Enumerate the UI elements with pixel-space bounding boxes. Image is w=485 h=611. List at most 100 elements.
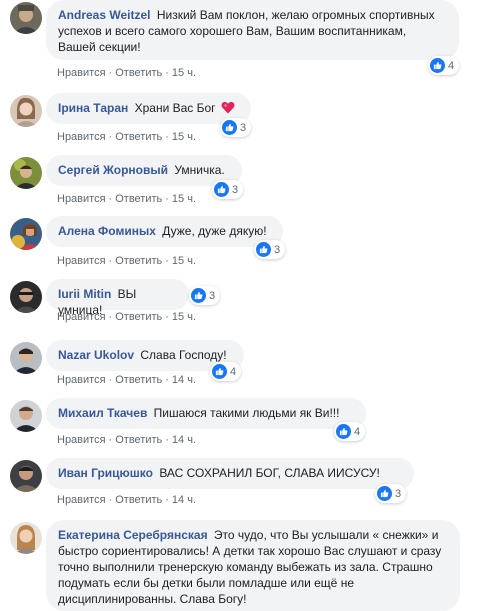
reply-link[interactable]: Ответить	[115, 374, 162, 386]
avatar[interactable]	[10, 281, 42, 313]
reply-link[interactable]: Ответить	[115, 434, 162, 446]
like-icon	[222, 120, 237, 135]
reaction-count-badge[interactable]: 3	[375, 484, 407, 503]
like-icon	[377, 486, 392, 501]
separator-dot: ·	[108, 311, 113, 323]
separator-dot: ·	[165, 255, 169, 267]
separator-dot: ·	[108, 374, 113, 386]
like-link[interactable]: Нравится	[57, 67, 106, 79]
heart-emoji-icon	[221, 101, 235, 114]
timestamp[interactable]: 14 ч.	[172, 494, 196, 506]
like-link[interactable]: Нравится	[57, 255, 106, 267]
timestamp[interactable]: 15 ч.	[172, 193, 196, 205]
comment-bubble: Сергей Жорновый Умничка.	[46, 155, 242, 186]
reply-link[interactable]: Ответить	[115, 311, 162, 323]
comment-actions: Нравится · Ответить · 14 ч.	[57, 434, 196, 446]
avatar[interactable]	[10, 157, 42, 189]
comment-bubble: Iurii Mitin ВЫ умница!	[46, 279, 189, 317]
reply-link[interactable]: Ответить	[115, 255, 162, 267]
comment-author[interactable]: Nazar Ukolov	[58, 348, 134, 362]
avatar[interactable]	[10, 460, 42, 492]
comment-text: ВАС СОХРАНИЛ БОГ, СЛАВА ИИСУСУ!	[159, 466, 380, 480]
comment-author[interactable]: Andreas Weitzel	[58, 8, 150, 22]
reply-link[interactable]: Ответить	[115, 494, 162, 506]
reaction-count-badge[interactable]: 4	[334, 422, 366, 441]
reaction-count-badge[interactable]: 3	[220, 118, 252, 137]
like-link[interactable]: Нравится	[57, 311, 106, 323]
separator-dot: ·	[108, 434, 113, 446]
separator-dot: ·	[165, 67, 169, 79]
avatar[interactable]	[10, 95, 42, 127]
reaction-count-badge[interactable]: 3	[254, 240, 286, 259]
comment-actions: Нравится · Ответить · 15 ч.	[57, 193, 196, 205]
timestamp[interactable]: 15 ч.	[172, 131, 196, 143]
comment-bubble: Михаил Ткачев Пишаюся такими людьми як В…	[46, 398, 366, 429]
comment-author[interactable]: Ірина Таран	[58, 101, 128, 115]
separator-dot: ·	[165, 374, 169, 386]
separator-dot: ·	[108, 255, 113, 267]
comment-actions: Нравится · Ответить · 15 ч.	[57, 67, 196, 79]
separator-dot: ·	[108, 193, 113, 205]
like-link[interactable]: Нравится	[57, 434, 106, 446]
like-link[interactable]: Нравится	[57, 131, 106, 143]
reaction-count: 3	[232, 183, 239, 196]
separator-dot: ·	[165, 494, 169, 506]
timestamp[interactable]: 15 ч.	[172, 255, 196, 267]
reaction-count-badge[interactable]: 3	[189, 286, 221, 305]
timestamp[interactable]: 14 ч.	[172, 374, 196, 386]
comment-author[interactable]: Алена Фоминых	[58, 224, 156, 238]
separator-dot: ·	[165, 434, 169, 446]
reaction-count: 3	[209, 289, 216, 302]
comment-bubble: Екатерина Серебрянская Это чудо, что Вы …	[46, 520, 460, 611]
separator-dot: ·	[165, 131, 169, 143]
like-icon	[191, 288, 206, 303]
comment-author[interactable]: Сергей Жорновый	[58, 163, 168, 177]
comment-text: Дуже, дуже дякую!	[162, 224, 267, 238]
separator-dot: ·	[108, 131, 113, 143]
like-link[interactable]: Нравится	[57, 193, 106, 205]
avatar[interactable]	[10, 2, 42, 34]
comment-bubble: Алена Фоминых Дуже, дуже дякую!	[46, 216, 283, 247]
comment-actions: Нравится · Ответить · 15 ч.	[57, 255, 196, 267]
comment-bubble: Иван Грицюшко ВАС СОХРАНИЛ БОГ, СЛАВА ИИ…	[46, 458, 414, 489]
comment-actions: Нравится · Ответить · 14 ч.	[57, 494, 196, 506]
separator-dot: ·	[108, 494, 113, 506]
like-link[interactable]: Нравится	[57, 374, 106, 386]
like-link[interactable]: Нравится	[57, 494, 106, 506]
comment-bubble: Andreas Weitzel Низкий Вам поклон, желаю…	[46, 0, 459, 60]
timestamp[interactable]: 14 ч.	[172, 434, 196, 446]
like-icon	[214, 182, 229, 197]
reply-link[interactable]: Ответить	[115, 131, 162, 143]
comment-author[interactable]: Михаил Ткачев	[58, 406, 147, 420]
reaction-count: 3	[274, 243, 281, 256]
like-icon	[336, 424, 351, 439]
comment-text: Храни Вас Бог	[134, 101, 216, 115]
reaction-count: 4	[354, 425, 361, 438]
reaction-count: 4	[230, 365, 237, 378]
comment-author[interactable]: Екатерина Серебрянская	[58, 528, 208, 542]
like-icon	[430, 58, 445, 73]
avatar[interactable]	[10, 400, 42, 432]
like-icon	[256, 242, 271, 257]
comment-bubble: Ірина Таран Храни Вас Бог	[46, 93, 251, 124]
avatar[interactable]	[10, 218, 42, 250]
separator-dot: ·	[108, 67, 113, 79]
reaction-count: 3	[240, 121, 247, 134]
comment-actions: Нравится · Ответить · 14 ч.	[57, 374, 196, 386]
comment-actions: Нравится · Ответить · 15 ч.	[57, 131, 196, 143]
comment-author[interactable]: Iurii Mitin	[58, 287, 111, 301]
avatar[interactable]	[10, 522, 42, 554]
comment-text: Умничка.	[174, 163, 225, 177]
comment-author[interactable]: Иван Грицюшко	[58, 466, 153, 480]
timestamp[interactable]: 15 ч.	[172, 67, 196, 79]
timestamp[interactable]: 15 ч.	[172, 311, 196, 323]
avatar[interactable]	[10, 342, 42, 374]
reply-link[interactable]: Ответить	[115, 67, 162, 79]
reaction-count-badge[interactable]: 4	[210, 362, 242, 381]
reaction-count-badge[interactable]: 4	[428, 56, 460, 75]
reaction-count: 4	[448, 59, 455, 72]
separator-dot: ·	[165, 311, 169, 323]
reply-link[interactable]: Ответить	[115, 193, 162, 205]
comment-text: Пишаюся такими людьми як Ви!!!	[153, 406, 340, 420]
reaction-count-badge[interactable]: 3	[212, 180, 244, 199]
